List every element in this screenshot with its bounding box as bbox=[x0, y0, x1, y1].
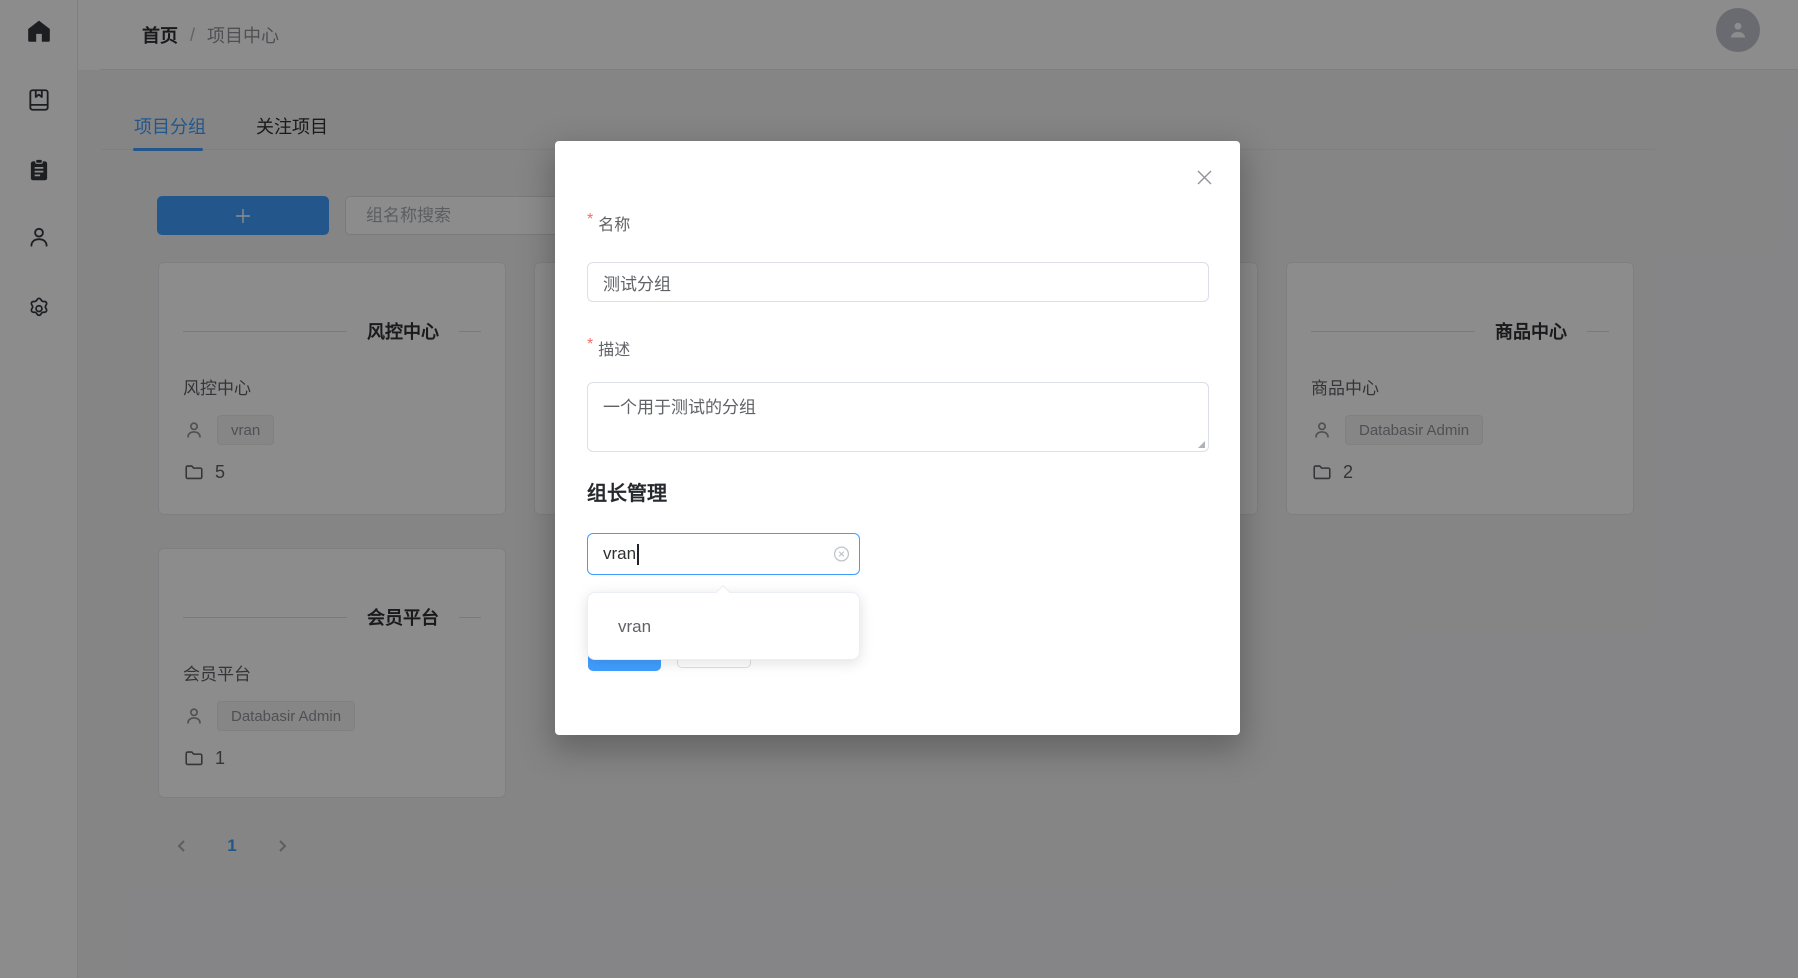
close-icon[interactable] bbox=[1195, 168, 1213, 186]
clear-input-icon[interactable] bbox=[833, 546, 850, 563]
text-cursor bbox=[637, 544, 639, 565]
app-window: 首页 / 项目中心 项目分组 关注项目 风控中心 风控中心 bbox=[0, 0, 1798, 978]
edit-group-dialog: * 名称 测试分组 * 描述 一个用于测试的分组 组长管理 vran vran bbox=[555, 141, 1240, 735]
description-field-value: 一个用于测试的分组 bbox=[603, 398, 756, 417]
required-marker: * bbox=[587, 211, 593, 235]
leader-suggestion-dropdown: vran bbox=[587, 592, 860, 660]
leader-option-vran[interactable]: vran bbox=[588, 593, 859, 661]
required-marker: * bbox=[587, 336, 593, 360]
description-field-label: * 描述 bbox=[587, 336, 630, 360]
description-field[interactable]: 一个用于测试的分组 bbox=[587, 382, 1209, 452]
leader-search-value: vran bbox=[603, 544, 636, 564]
textarea-resize-handle[interactable] bbox=[1198, 441, 1205, 448]
name-field-value: 测试分组 bbox=[603, 270, 671, 295]
name-field-label: * 名称 bbox=[587, 211, 630, 235]
leader-search-input[interactable]: vran bbox=[587, 533, 860, 575]
name-field[interactable]: 测试分组 bbox=[587, 262, 1209, 302]
leader-management-title: 组长管理 bbox=[587, 477, 667, 506]
